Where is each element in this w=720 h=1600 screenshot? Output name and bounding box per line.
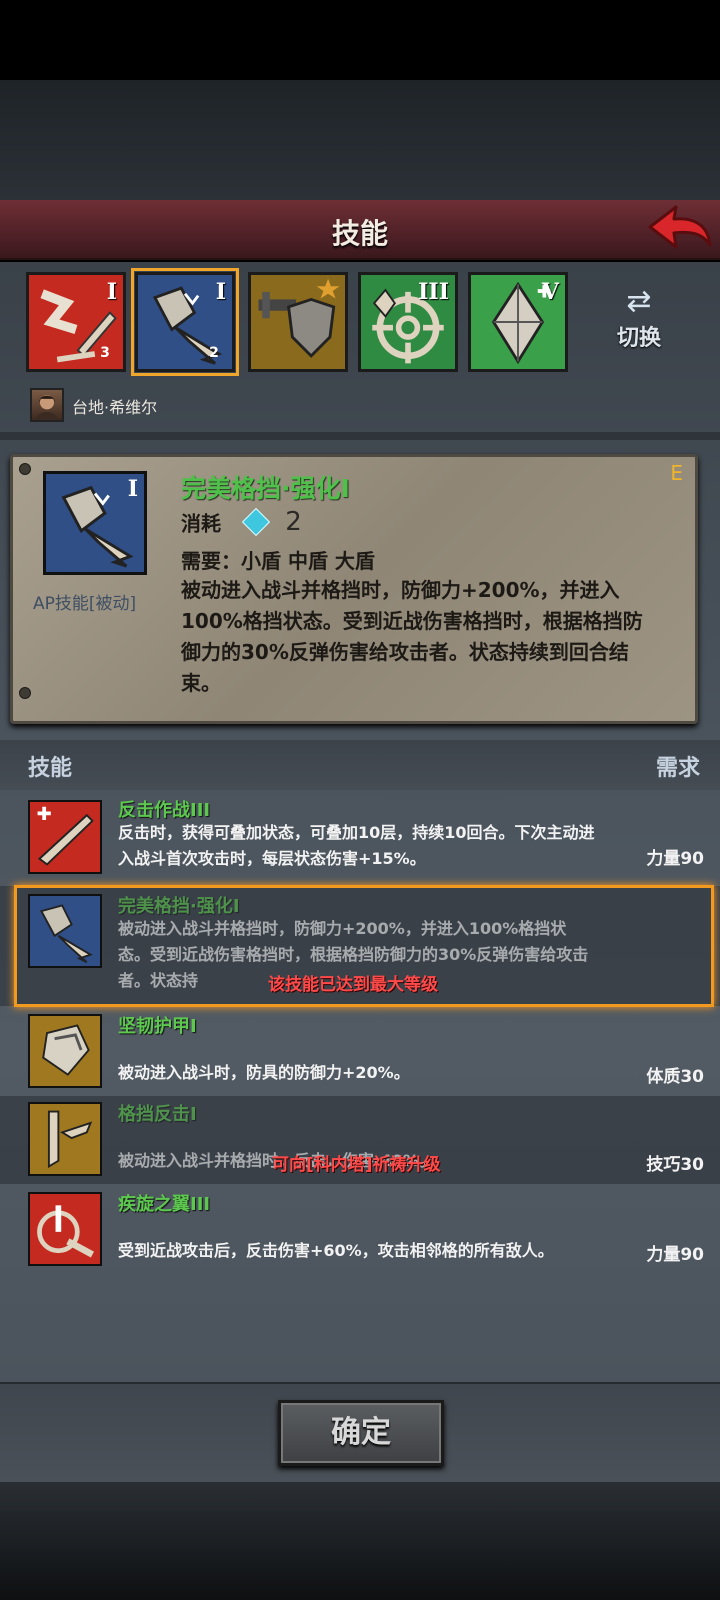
page-title: 技能 <box>331 217 388 250</box>
tab-skill-2[interactable]: I 2 <box>131 268 239 376</box>
skill-description: 被动进入战斗并格挡时，防御力+200%，并进入100%格挡状态。受到近战伤害格挡… <box>181 578 643 695</box>
skill-req: 力量90 <box>646 849 704 869</box>
list-item[interactable]: 格挡反击I 被动进入战斗并格挡时，反击，伤害-40%。 技巧30 可向[科内塔]… <box>0 1096 720 1184</box>
cost-row: 消耗 2 <box>181 507 302 541</box>
bottom-background <box>0 1482 720 1600</box>
skill-desc: 受到近战攻击后，反击伤害+60%，攻击相邻格的所有敌人。 <box>118 1241 554 1260</box>
confirm-label: 确定 <box>331 1415 391 1450</box>
grade-badge: E <box>670 461 683 485</box>
swap-arrows-icon: ⇄ <box>626 284 652 319</box>
skill-req: 体质30 <box>646 1067 704 1087</box>
skill-detail-card: E I AP技能[被动] 完美格挡·强化I 消耗 2 需要：小盾 中盾 大盾 被… <box>10 454 698 724</box>
list-item[interactable]: 坚韧护甲I 被动进入战斗时，防具的防御力+20%。 体质30 <box>0 1008 720 1092</box>
skill-desc: 反击时，获得可叠加状态，可叠加10层，持续10回合。下次主动进入战斗首次攻击时，… <box>118 823 595 868</box>
list-item[interactable]: 疾旋之翼III 受到近战攻击后，反击伤害+60%，攻击相邻格的所有敌人。 力量9… <box>0 1186 720 1276</box>
requirements: 需要：小盾 中盾 大盾 <box>181 549 375 573</box>
upper-background <box>0 80 720 200</box>
counter-attack-icon <box>28 800 102 874</box>
cost-value: 2 <box>285 507 302 537</box>
list-header: 技能 需求 <box>0 740 720 790</box>
switch-label: 切换 <box>616 326 661 351</box>
upgrade-hint: 可向[科内塔]祈祷升级 <box>272 1155 441 1175</box>
skill-req: 技巧30 <box>646 1155 704 1175</box>
cost-label: 消耗 <box>181 511 221 536</box>
skill-name: 反击作战III <box>118 800 211 821</box>
avatar[interactable] <box>30 388 64 422</box>
tab-skill-4[interactable]: III <box>358 272 458 372</box>
list-header-requirement: 需求 <box>655 756 700 781</box>
title-bar: 技能 <box>0 200 720 260</box>
switch-button[interactable]: ⇄ 切换 <box>604 284 674 364</box>
list-item[interactable]: 反击作战III 反击时，获得可叠加状态，可叠加10层，持续10回合。下次主动进入… <box>0 790 720 880</box>
skill-title: 完美格挡·强化I <box>181 474 350 503</box>
character-name: 台地·希维尔 <box>72 398 158 417</box>
rivet-icon <box>19 463 31 475</box>
rivet-icon <box>19 687 31 699</box>
skill-name: 格挡反击I <box>118 1104 197 1125</box>
selection-highlight <box>14 885 714 1007</box>
status-bar-area <box>0 0 720 80</box>
armor-shield-icon <box>258 278 340 358</box>
skill-desc: 被动进入战斗时，防具的防御力+20%。 <box>118 1063 410 1082</box>
back-arrow-icon[interactable] <box>646 203 714 255</box>
divider <box>0 432 720 440</box>
tab-level: III <box>418 279 449 305</box>
block-counter-icon <box>28 1102 102 1176</box>
skill-req: 力量90 <box>646 1245 704 1265</box>
whirlwind-icon <box>28 1192 102 1266</box>
tab-level: I <box>215 279 226 305</box>
skill-name: 坚韧护甲I <box>118 1016 197 1037</box>
list-header-skill: 技能 <box>28 756 73 781</box>
armor-icon <box>28 1014 102 1088</box>
diamond-icon <box>241 507 271 537</box>
tab-level: V <box>541 279 559 305</box>
skill-type-label: AP技能[被动] <box>33 594 137 614</box>
tab-badge: 2 <box>202 341 226 365</box>
tab-skill-5[interactable]: V <box>468 272 568 372</box>
confirm-button[interactable]: 确定 <box>278 1400 444 1466</box>
detail-skill-icon: I <box>43 471 147 575</box>
tab-skill-1[interactable]: I 3 <box>26 272 126 372</box>
skill-name: 疾旋之翼III <box>118 1194 211 1215</box>
tab-badge: 3 <box>93 341 117 365</box>
tab-level: I <box>106 279 117 305</box>
tab-skill-3[interactable] <box>248 272 348 372</box>
detail-level: I <box>127 476 138 502</box>
